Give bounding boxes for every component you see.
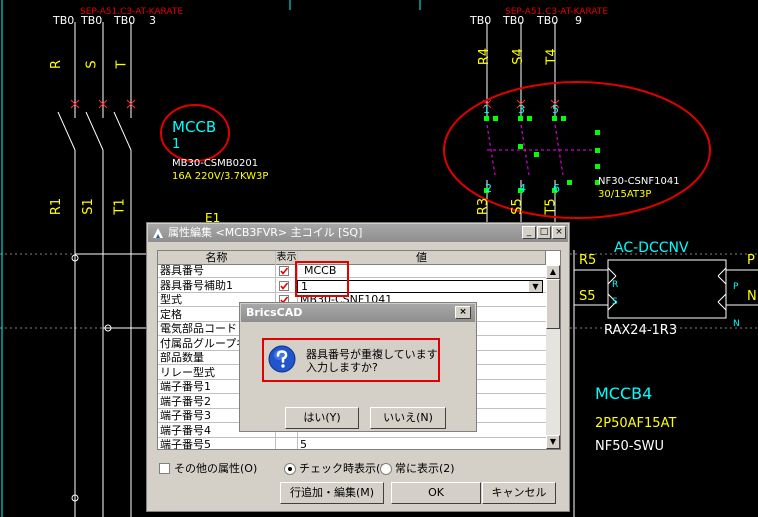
table-row[interactable]: 端子番号5 5 [158, 439, 546, 450]
show-when-checked-radio[interactable] [284, 463, 296, 475]
wire-nodes [71, 254, 112, 502]
contactor-terminal: 3 [518, 103, 525, 116]
terminal-label: 9 [575, 14, 582, 27]
phase-label-t1: T1 [112, 198, 128, 215]
ac-pin-n: N [733, 319, 740, 329]
column-header-name[interactable]: 名称 [158, 251, 276, 265]
maximize-icon: □ [539, 227, 549, 237]
show-check-icon[interactable] [279, 280, 289, 291]
ac-box-label: AC-DCCNV [614, 240, 689, 256]
message-box-close-button[interactable]: × [455, 306, 471, 319]
contactor-symbol [484, 116, 600, 193]
contactor-terminal: 6 [553, 182, 560, 195]
contactor-spec: 30/15AT3P [598, 189, 652, 200]
attribute-name: 器具番号補助1 [160, 279, 233, 292]
close-icon: × [459, 307, 467, 317]
annotation-box-message [262, 338, 440, 382]
ac-model: RAX24-1R3 [604, 323, 678, 338]
show-when-checked-label[interactable]: チェック時表示(1) [299, 463, 392, 475]
ac-in-s5: S5 [579, 289, 596, 304]
phase-label-s1: S1 [80, 198, 96, 215]
terminal-label: TB0 [537, 14, 559, 27]
terminal-label: TB0 [503, 14, 525, 27]
mccb-spec: 16A 220V/3.7KW3P [172, 171, 269, 182]
close-icon: × [555, 227, 563, 237]
bricscad-app-icon [153, 228, 163, 238]
close-button[interactable]: × [552, 226, 566, 239]
yes-button[interactable]: はい(Y) [285, 407, 359, 429]
minimize-button[interactable]: _ [522, 226, 536, 239]
annotation-box-device-number [295, 261, 349, 297]
contactor-model: NF30-CSNF1041 [598, 176, 680, 187]
terminal-label: TB0 [53, 14, 75, 27]
attribute-name: 端子番号5 [160, 439, 211, 450]
phase-label-s4: S4 [510, 48, 526, 65]
phase-label-t: T [114, 60, 130, 69]
other-attributes-label[interactable]: その他の属性(O) [174, 463, 257, 475]
no-button[interactable]: いいえ(N) [370, 407, 446, 429]
left-phase-wires [57, 22, 146, 517]
message-box-titlebar[interactable]: BricsCAD × [241, 304, 475, 322]
ac-out-p: P [747, 253, 755, 268]
mccb4-model: NF50-SWU [595, 439, 665, 454]
arrow-down-icon: ▼ [549, 437, 557, 446]
phase-label-r1: R1 [49, 197, 65, 216]
mccb4-spec: 2P50AF15AT [595, 416, 677, 431]
chevron-down-icon[interactable]: ▼ [529, 281, 542, 292]
terminal-label: TB0 [470, 14, 492, 27]
phase-label-r: R [49, 59, 65, 70]
phase-label-t4: T4 [544, 48, 560, 65]
attribute-dialog-titlebar[interactable]: 属性編集 <MCB3FVR> 主コイル [SQ] _ □ × [148, 224, 568, 242]
phase-label-t5: T5 [543, 198, 559, 215]
terminal-label: TB0 [81, 14, 103, 27]
always-show-label[interactable]: 常に表示(2) [395, 463, 455, 475]
phase-label-r4: R4 [477, 47, 493, 66]
phase-label-s: S [84, 60, 100, 69]
cancel-button[interactable]: キャンセル [482, 482, 556, 504]
ac-out-n: N [747, 289, 757, 304]
ac-pin-r: R [612, 280, 619, 290]
minimize-icon: _ [526, 227, 532, 237]
phase-label-r3: R3 [476, 197, 492, 216]
contactor-terminal: 5 [552, 103, 559, 116]
always-show-radio[interactable] [380, 463, 392, 475]
contactor-terminal: 1 [483, 103, 490, 116]
mccb-model: MB30-CSMB0201 [172, 158, 259, 169]
mccb4-name: MCCB4 [595, 384, 653, 403]
table-scrollbar[interactable]: ▲ ▼ [546, 265, 560, 449]
scroll-up-button[interactable]: ▲ [546, 265, 560, 279]
ac-pin-s: S [612, 297, 618, 307]
phase-label-s5: S5 [509, 198, 525, 215]
scroll-thumb[interactable] [546, 279, 560, 329]
mccb-name: MCCB [172, 118, 217, 136]
ac-pin-p: P [733, 282, 739, 292]
ac-in-r5: R5 [579, 253, 597, 268]
terminal-label: 3 [149, 14, 156, 27]
other-attributes-checkbox[interactable] [159, 463, 170, 474]
contactor-terminal: 4 [519, 182, 526, 195]
arrow-up-icon: ▲ [549, 267, 557, 276]
table-row[interactable]: 器具番号 MCCB [158, 265, 546, 278]
ok-button[interactable]: OK [391, 482, 481, 504]
contactor-terminal: 2 [485, 182, 492, 195]
terminal-label: TB0 [114, 14, 136, 27]
attribute-value[interactable]: 5 [300, 439, 542, 449]
mccb-index: 1 [172, 137, 181, 152]
maximize-button[interactable]: □ [537, 226, 551, 239]
attribute-dialog-title: 属性編集 <MCB3FVR> 主コイル [SQ] [168, 226, 363, 239]
attribute-name: 器具番号 [160, 265, 204, 277]
message-box-title: BricsCAD [246, 306, 303, 319]
add-edit-row-button[interactable]: 行追加・編集(M) [280, 482, 384, 504]
scroll-down-button[interactable]: ▼ [546, 435, 560, 449]
show-check-icon[interactable] [279, 266, 289, 276]
